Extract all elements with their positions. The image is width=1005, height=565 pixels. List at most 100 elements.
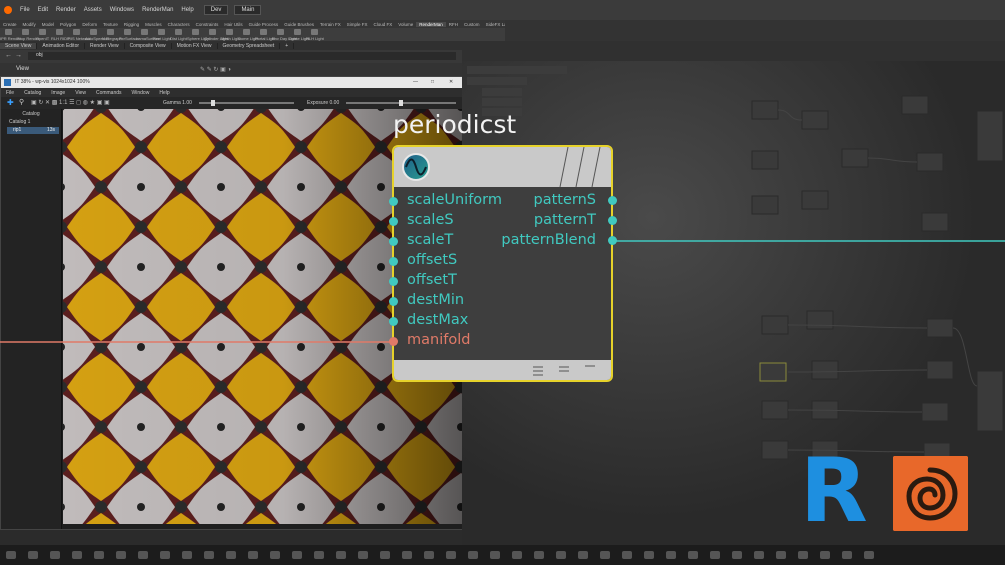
maximize-icon[interactable]: □ (431, 77, 434, 88)
tab-composite-view[interactable]: Composite View (125, 42, 172, 49)
taskbar-app-icon[interactable] (6, 551, 16, 559)
menu-windows[interactable]: Windows (106, 7, 138, 13)
taskbar-app-icon[interactable] (182, 551, 192, 559)
shelf-tab[interactable]: Muscles (142, 22, 165, 27)
viewer-tools[interactable]: ✎ ✎ ↻ ▣ ◑ (200, 66, 260, 73)
back-arrow-icon[interactable]: ← (5, 52, 12, 59)
shelf-tool-button[interactable]: Mesh Light (221, 29, 241, 41)
tab-geometry-spreadsheet[interactable]: Geometry Spreadsheet (218, 42, 281, 49)
taskbar-app-icon[interactable] (336, 551, 346, 559)
taskbar-app-icon[interactable] (28, 551, 38, 559)
taskbar-app-icon[interactable] (138, 551, 148, 559)
taskbar-app-icon[interactable] (226, 551, 236, 559)
port-scalet[interactable] (389, 237, 398, 246)
taskbar-app-icon[interactable] (292, 551, 302, 559)
taskbar-app-icon[interactable] (578, 551, 588, 559)
shelf-tab[interactable]: Modify (20, 22, 39, 27)
taskbar-app-icon[interactable] (820, 551, 830, 559)
port-scaleuniform[interactable] (389, 197, 398, 206)
it-menu-catalog[interactable]: Catalog (19, 90, 46, 96)
taskbar-app-icon[interactable] (710, 551, 720, 559)
taskbar-app-icon[interactable] (556, 551, 566, 559)
close-icon[interactable]: ✕ (449, 77, 453, 88)
shelf-tab[interactable]: Guide Brushes (281, 22, 317, 27)
taskbar-app-icon[interactable] (534, 551, 544, 559)
taskbar-app-icon[interactable] (622, 551, 632, 559)
port-destmax[interactable] (389, 317, 398, 326)
shelf-tab[interactable]: RFH (446, 22, 461, 27)
shelf-tab[interactable]: SideFX Labs (483, 22, 505, 27)
taskbar-app-icon[interactable] (270, 551, 280, 559)
shelf-tab[interactable]: Custom (461, 22, 483, 27)
taskbar-app-icon[interactable] (116, 551, 126, 559)
shelf-tab[interactable]: Characters (165, 22, 193, 27)
menu-edit[interactable]: Edit (34, 7, 52, 13)
menu-assets[interactable]: Assets (80, 7, 106, 13)
taskbar-app-icon[interactable] (512, 551, 522, 559)
tab-render-view[interactable]: Render View (85, 42, 125, 49)
shelf-tab[interactable]: Terrain FX (317, 22, 344, 27)
shelf-tab[interactable]: Polygon (57, 22, 79, 27)
tab-animation-editor[interactable]: Animation Editor (37, 42, 86, 49)
shelf-tool-button[interactable]: PxrSurface (119, 29, 139, 41)
taskbar-app-icon[interactable] (446, 551, 456, 559)
forward-arrow-icon[interactable]: → (15, 52, 22, 59)
taskbar-app-icon[interactable] (688, 551, 698, 559)
taskbar-app-icon[interactable] (160, 551, 170, 559)
it-menu-window[interactable]: Window (127, 90, 155, 96)
shelf-tool-button[interactable]: LamaSurface (136, 29, 160, 41)
port-patternt[interactable] (608, 216, 617, 225)
shelf-tool-button[interactable]: RIS Network (68, 29, 90, 41)
port-manifold[interactable] (389, 337, 398, 346)
shelf-tool-button[interactable]: Portal Light (255, 29, 275, 41)
shelf-tool-button[interactable]: Cylinder Light (204, 29, 228, 41)
shelf-tool-button[interactable]: Sphere Light (187, 29, 210, 41)
shelf-tab[interactable]: Cloud FX (371, 22, 396, 27)
taskbar-app-icon[interactable] (402, 551, 412, 559)
port-scales[interactable] (389, 217, 398, 226)
taskbar-app-icon[interactable] (50, 551, 60, 559)
gamma-slider-handle[interactable] (211, 100, 215, 106)
taskbar-app-icon[interactable] (732, 551, 742, 559)
path-field[interactable]: obj (28, 52, 456, 60)
port-offsets[interactable] (389, 257, 398, 266)
port-patterns[interactable] (608, 196, 617, 205)
shelf-tool-button[interactable]: Rect Light (153, 29, 171, 41)
taskbar-app-icon[interactable] (72, 551, 82, 559)
it-menu-file[interactable]: File (1, 90, 19, 96)
shelf-tool-button[interactable]: RLH Light (306, 29, 324, 41)
shelf-tool-button[interactable]: Dome Light (238, 29, 258, 41)
shelf-tool-button[interactable]: Dome Light (289, 29, 309, 41)
shelf-tool-button[interactable]: Dist Light (170, 29, 187, 41)
taskbar-app-icon[interactable] (204, 551, 214, 559)
add-tab-icon[interactable]: + (280, 42, 295, 49)
taskbar-app-icon[interactable] (798, 551, 808, 559)
exposure-slider-handle[interactable] (399, 100, 403, 106)
shelf-tab[interactable]: Texture (100, 22, 121, 27)
shelf-tab[interactable]: Simple FX (344, 22, 371, 27)
shelf-tab[interactable]: Rigging (121, 22, 142, 27)
shelf-tab[interactable]: Guide Process (246, 22, 282, 27)
taskbar-app-icon[interactable] (94, 551, 104, 559)
shelf-tool-button[interactable]: Nodegraph (102, 29, 122, 41)
taskbar-app-icon[interactable] (380, 551, 390, 559)
shelf-tool-button[interactable]: Env Day Light (272, 29, 297, 41)
houdini-app-icon[interactable] (4, 6, 12, 14)
tab-motion-fx-view[interactable]: Motion FX View (172, 42, 218, 49)
it-menu-image[interactable]: Image (46, 90, 70, 96)
shelf-tab[interactable]: Volume (395, 22, 416, 27)
taskbar-app-icon[interactable] (358, 551, 368, 559)
port-destmin[interactable] (389, 297, 398, 306)
taskbar-app-icon[interactable] (248, 551, 258, 559)
catalog-row[interactable]: rip1 13s (7, 127, 59, 134)
taskbar-app-icon[interactable] (490, 551, 500, 559)
tab-scene-view[interactable]: Scene View (0, 42, 38, 49)
taskbar-app-icon[interactable] (864, 551, 874, 559)
taskbar-app-icon[interactable] (468, 551, 478, 559)
it-menu-view[interactable]: View (70, 90, 91, 96)
port-patternblend[interactable] (608, 236, 617, 245)
shelf-tool-button[interactable]: RLH RIDP (51, 29, 70, 41)
shelf-tab[interactable]: Deform (79, 22, 100, 27)
it-tool-icons[interactable]: ▣ ↻ ✕ ▩ 1:1 ☰ ◻ ◍ ★ ▣ ▣ (31, 99, 110, 106)
taskbar-app-icon[interactable] (776, 551, 786, 559)
